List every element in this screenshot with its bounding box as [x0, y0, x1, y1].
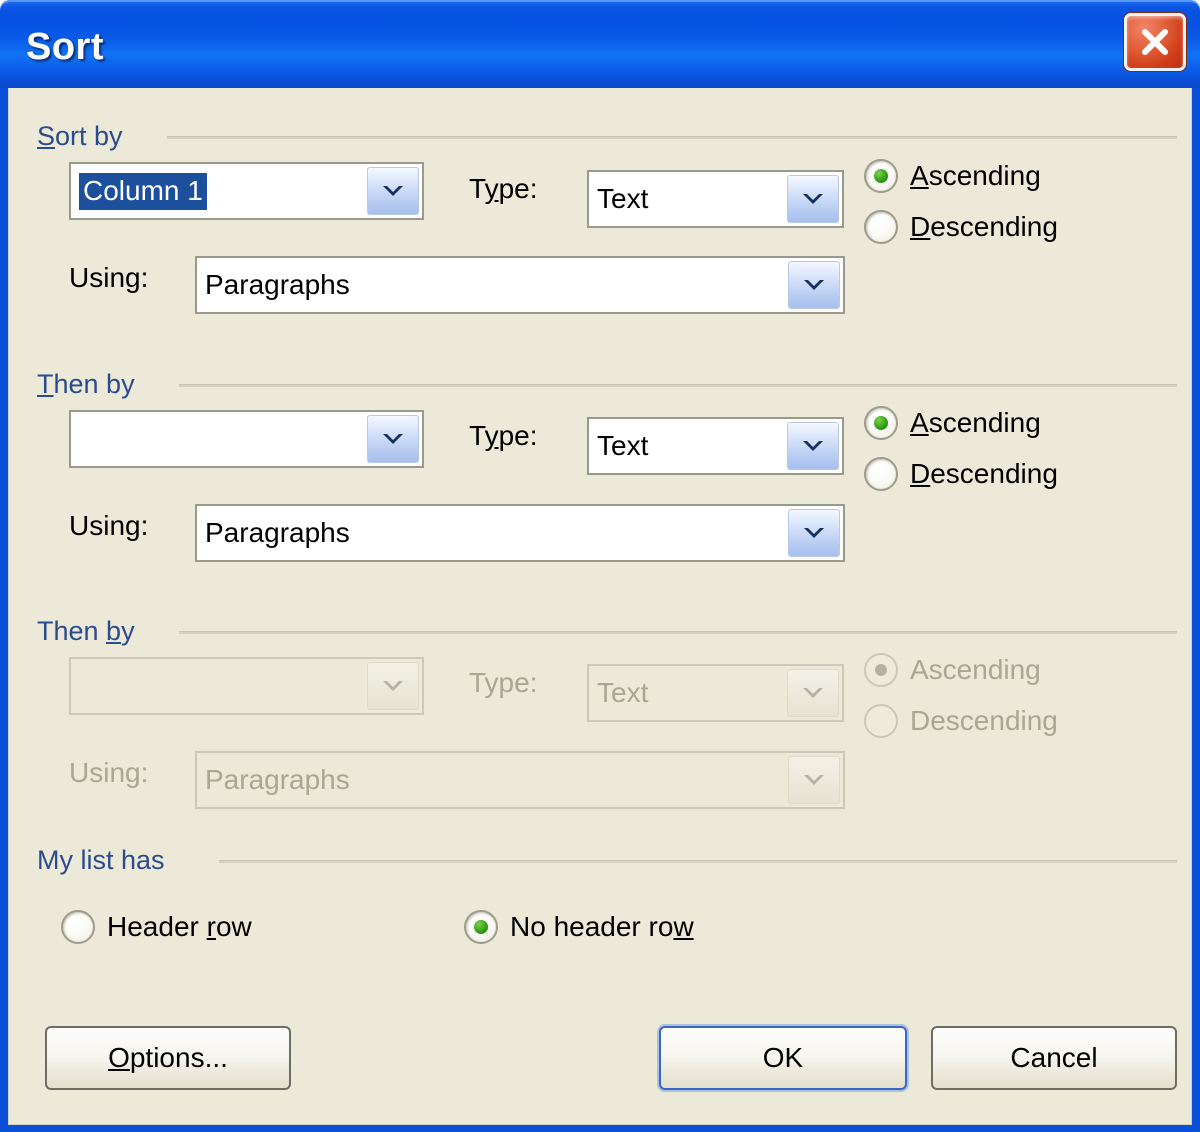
radio-indicator: [864, 406, 898, 440]
radio-indicator: [864, 653, 898, 687]
options-button-label: Options...: [108, 1042, 228, 1073]
group-label-sort-by: Sort by: [37, 121, 123, 151]
then-by-2-descending-radio: Descending: [864, 704, 1058, 738]
then-by-2-type-combo: Text: [587, 664, 844, 722]
then-by-2-type-value: Text: [597, 677, 649, 708]
radio-indicator: [464, 910, 498, 944]
title-bar[interactable]: Sort: [0, 0, 1200, 88]
then-by-1-type-combo[interactable]: Text: [587, 417, 844, 475]
then-by-1-using-value: Paragraphs: [205, 517, 350, 548]
group-label-sort-by-rest: ort by: [55, 121, 123, 151]
radio-indicator: [61, 910, 95, 944]
radio-indicator: [864, 210, 898, 244]
sort-by-using-value: Paragraphs: [205, 269, 350, 300]
radio-indicator: [864, 704, 898, 738]
chevron-down-icon[interactable]: [787, 422, 839, 470]
sort-by-field-selected-text: Column 1: [79, 172, 207, 210]
sort-by-ascending-label: Ascending: [910, 160, 1041, 191]
radio-indicator: [864, 457, 898, 491]
sort-by-using-combo[interactable]: Paragraphs: [195, 256, 845, 314]
group-rule-sort-by: [167, 136, 1177, 139]
then-by-2-descending-label: Descending: [910, 705, 1058, 736]
cancel-button[interactable]: Cancel: [931, 1026, 1177, 1090]
group-label-my-list-has: My list has: [37, 845, 165, 875]
no-header-row-label: No header row: [510, 911, 694, 942]
then-by-2-using-label: Using:: [69, 757, 149, 788]
type-label-accel: y: [484, 173, 499, 204]
sort-by-type-value: Text: [597, 183, 649, 214]
dialog-client-area: Sort by Column 1 Type: Text Ascending De…: [8, 88, 1192, 1125]
group-rule-my-list-has: [219, 860, 1177, 863]
then-by-1-type-value: Text: [597, 430, 649, 461]
then-by-2-using-value: Paragraphs: [205, 764, 350, 795]
sort-by-field-combo[interactable]: Column 1: [69, 162, 424, 220]
group-label-then-by-2-post: y: [121, 616, 135, 646]
then-by-2-field-combo: [69, 657, 424, 715]
then-by-1-field-combo[interactable]: [69, 410, 424, 468]
then-by-1-field-value: [71, 412, 367, 466]
chevron-down-icon[interactable]: [787, 175, 839, 223]
radio-indicator: [864, 159, 898, 193]
options-button[interactable]: Options...: [45, 1026, 291, 1090]
then-by-1-type-label: Type:: [469, 420, 538, 451]
sort-by-type-combo[interactable]: Text: [587, 170, 844, 228]
sort-by-type-label: Type:: [469, 174, 538, 204]
group-label-then-by-2-pre: Then: [37, 616, 107, 646]
then-by-2-type-label: Type:: [469, 667, 538, 698]
chevron-down-icon[interactable]: [367, 415, 419, 463]
sort-by-descending-radio[interactable]: Descending: [864, 210, 1058, 244]
group-rule-then-by-2: [179, 631, 1177, 634]
group-label-then-by-1: Then by: [37, 369, 135, 399]
no-header-row-radio[interactable]: No header row: [464, 910, 694, 944]
chevron-down-icon: [787, 669, 839, 717]
chevron-down-icon: [367, 662, 419, 710]
group-label-sort-by-accel: S: [37, 121, 56, 151]
group-label-then-by-2-accel: b: [106, 616, 122, 646]
header-row-label: Header row: [107, 911, 252, 942]
chevron-down-icon[interactable]: [788, 509, 840, 557]
sort-by-field-value: Column 1: [71, 164, 367, 218]
then-by-1-using-combo[interactable]: Paragraphs: [195, 504, 845, 562]
then-by-1-using-label: Using:: [69, 510, 149, 541]
type-label-t: T: [469, 173, 485, 204]
close-icon[interactable]: [1124, 13, 1186, 71]
type-label-rest: pe:: [498, 173, 538, 204]
then-by-2-field-value: [71, 659, 367, 713]
cancel-button-label: Cancel: [1010, 1042, 1098, 1073]
group-label-then-by-2: Then by: [37, 616, 135, 646]
then-by-1-ascending-label: Ascending: [910, 407, 1041, 438]
ok-button[interactable]: OK: [659, 1026, 907, 1090]
group-label-then-by-1-accel: T: [37, 369, 54, 399]
header-row-radio[interactable]: Header row: [61, 910, 252, 944]
group-rule-then-by-1: [179, 384, 1177, 387]
then-by-1-ascending-radio[interactable]: Ascending: [864, 406, 1041, 440]
sort-by-ascending-radio[interactable]: Ascending: [864, 159, 1041, 193]
window-title: Sort: [26, 26, 104, 68]
chevron-down-icon: [788, 756, 840, 804]
then-by-2-ascending-label: Ascending: [910, 654, 1041, 685]
then-by-2-ascending-radio: Ascending: [864, 653, 1041, 687]
group-label-then-by-1-rest: hen by: [53, 369, 135, 399]
chevron-down-icon[interactable]: [367, 167, 419, 215]
then-by-1-descending-label: Descending: [910, 458, 1058, 489]
chevron-down-icon[interactable]: [788, 261, 840, 309]
sort-dialog-window: Sort Sort by Column 1 Type: Text Ascendi…: [0, 0, 1200, 1132]
then-by-1-descending-radio[interactable]: Descending: [864, 457, 1058, 491]
ok-button-label: OK: [762, 1042, 804, 1073]
sort-by-descending-label: Descending: [910, 211, 1058, 242]
then-by-2-using-combo: Paragraphs: [195, 751, 845, 809]
sort-by-using-label: Using:: [69, 262, 149, 293]
